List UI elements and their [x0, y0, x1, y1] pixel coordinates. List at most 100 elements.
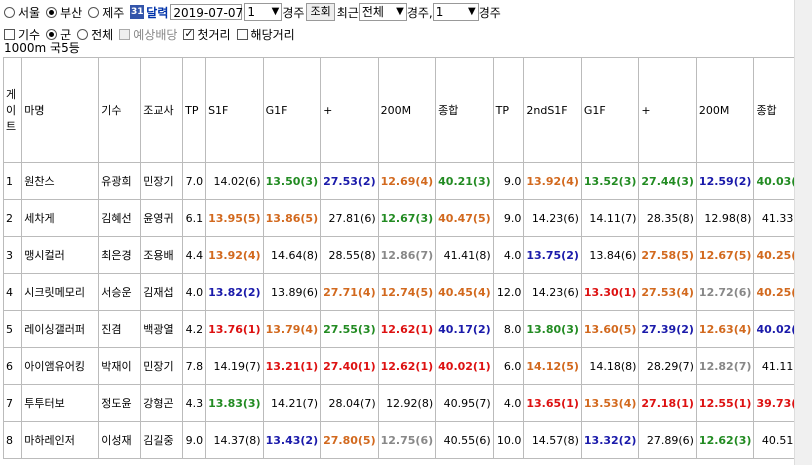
cell-plus: 28.55(8)	[320, 236, 379, 274]
cell-m2002: 12.55(1)	[695, 384, 755, 422]
cell-m200: 12.86(7)	[377, 236, 437, 274]
cell-s1f: 13.83(3)	[205, 384, 264, 422]
calendar-icon[interactable]: 31	[130, 5, 145, 19]
cell-tp2: 4.0	[492, 384, 525, 422]
cell-trainer: 김길중	[140, 421, 184, 459]
cell-plus2: 27.53(4)	[638, 273, 697, 311]
cell-trainer: 민장기	[140, 347, 184, 385]
date-input[interactable]: 2019-07-07	[170, 4, 243, 20]
venue-radio-busan[interactable]	[46, 6, 58, 18]
column-header: +	[638, 57, 697, 163]
cell-gate: 6	[2, 347, 23, 385]
cell-jockey: 김혜선	[98, 199, 142, 237]
cell-total: 40.21(3)	[435, 162, 494, 200]
cell-tp2: 8.0	[492, 310, 525, 348]
cell-trainer: 윤영귀	[140, 199, 184, 237]
cell-gate: 1	[2, 162, 23, 200]
cell-tp2: 12.0	[492, 273, 525, 311]
chevron-down-icon: ▼	[271, 6, 280, 17]
column-header: TP	[492, 57, 525, 163]
chevron-down-icon: ▼	[396, 6, 404, 17]
cell-plus: 27.55(3)	[320, 310, 379, 348]
cell-s1f2: 14.23(6)	[523, 273, 582, 311]
cell-plus2: 27.18(1)	[638, 384, 697, 422]
cell-gate: 3	[2, 236, 23, 274]
cell-total: 40.55(6)	[435, 421, 494, 459]
race-table: 게 이 트 마명 기수 조교사 TP S1F G1F +200M 종합 TP 2ndS1F G1F +2…	[2, 57, 812, 459]
cell-plus: 28.04(7)	[320, 384, 379, 422]
cell-plus2: 27.44(3)	[638, 162, 697, 200]
cell-tp2: 4.0	[492, 236, 525, 274]
race-number-select[interactable]: 1 ▼	[244, 3, 283, 21]
column-header: S1F	[205, 57, 264, 163]
race-info: 1000m 국5등	[4, 40, 80, 55]
cell-total: 40.17(2)	[435, 310, 494, 348]
cell-horse: 마하레인저	[21, 421, 100, 459]
cell-trainer: 백광열	[140, 310, 184, 348]
cell-g1f2: 13.32(2)	[580, 421, 640, 459]
cell-total: 40.95(7)	[435, 384, 494, 422]
cell-tp: 4.2	[182, 310, 207, 348]
cell-m200: 12.62(1)	[377, 347, 437, 385]
cell-jockey: 서승운	[98, 273, 142, 311]
cell-s1f2: 14.57(8)	[523, 421, 582, 459]
recent-select[interactable]: 전체 ▼	[358, 3, 407, 21]
expected-odds-label: 예상배당	[133, 27, 178, 42]
cell-tp: 7.0	[182, 162, 207, 200]
cell-gate: 5	[2, 310, 23, 348]
cell-g1f2: 13.53(4)	[580, 384, 640, 422]
cell-s1f2: 14.23(6)	[523, 199, 582, 237]
cell-s1f2: 13.92(4)	[523, 162, 582, 200]
expected-odds-checkbox[interactable]	[119, 28, 131, 40]
first-distance-checkbox[interactable]	[183, 27, 195, 40]
cell-s1f: 13.76(1)	[205, 310, 264, 348]
cell-s1f2: 13.75(2)	[523, 236, 582, 274]
cell-total: 40.45(4)	[435, 273, 494, 311]
cell-jockey: 정도윤	[98, 384, 142, 422]
cell-tp: 4.3	[182, 384, 207, 422]
column-header: 게 이 트	[2, 57, 23, 163]
cell-jockey: 진겸	[98, 310, 142, 348]
recent-count-select[interactable]: 1 ▼	[432, 3, 479, 21]
cell-tp2: 10.0	[492, 421, 525, 459]
cell-gate: 7	[2, 384, 23, 422]
cell-s1f2: 14.12(5)	[523, 347, 582, 385]
cell-plus2: 28.35(8)	[638, 199, 697, 237]
cell-plus: 27.71(4)	[320, 273, 379, 311]
column-header: 200M	[377, 57, 437, 163]
cell-m200: 12.74(5)	[377, 273, 437, 311]
cell-g1f2: 14.11(7)	[580, 199, 640, 237]
cell-horse: 아이앰유어킹	[21, 347, 100, 385]
search-button[interactable]: 조회	[306, 3, 335, 21]
venue-radio-jeju[interactable]	[88, 6, 100, 18]
cell-jockey: 최은경	[98, 236, 142, 274]
cell-g1f2: 13.52(3)	[580, 162, 640, 200]
venue-label-busan: 부산	[60, 5, 83, 20]
venue-label-jeju: 제주	[102, 5, 125, 20]
column-header: 기수	[98, 57, 142, 163]
cell-jockey: 이성재	[98, 421, 142, 459]
cell-gate: 4	[2, 273, 23, 311]
cell-s1f: 13.82(2)	[205, 273, 264, 311]
column-header: 마명	[21, 57, 100, 163]
calendar-link[interactable]: 달력	[146, 4, 168, 21]
cell-m200: 12.67(3)	[377, 199, 437, 237]
cell-m2002: 12.98(8)	[695, 199, 755, 237]
race-label-2: 경주,	[406, 5, 433, 20]
table-row: 7 투투터보 정도윤 강형곤 4.3 13.83(3) 14.21(7) 28.04(7) 12…	[2, 384, 812, 422]
vertical-scrollbar[interactable]	[794, 0, 812, 465]
cell-trainer: 조용배	[140, 236, 184, 274]
venue-radio-seoul[interactable]	[4, 6, 15, 18]
cell-tp: 9.0	[182, 421, 207, 459]
chevron-down-icon: ▼	[468, 6, 476, 17]
cell-s1f: 14.19(7)	[205, 347, 264, 385]
same-distance-checkbox[interactable]	[236, 28, 248, 40]
cell-trainer: 김재섭	[140, 273, 184, 311]
cell-total: 40.47(5)	[435, 199, 494, 237]
cell-g1f2: 13.60(5)	[580, 310, 640, 348]
cell-g1f: 13.86(5)	[262, 199, 322, 237]
cell-s1f: 13.95(5)	[205, 199, 264, 237]
cell-g1f: 13.79(4)	[262, 310, 322, 348]
cell-horse: 투투터보	[21, 384, 100, 422]
venue-label-seoul: 서울	[18, 5, 41, 20]
